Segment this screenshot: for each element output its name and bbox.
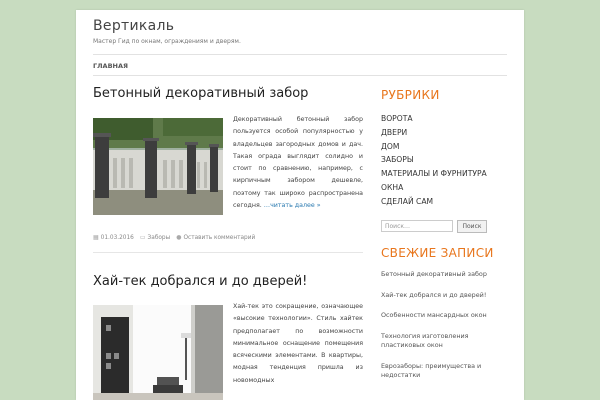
site-title[interactable]: Вертикаль — [93, 18, 174, 34]
category-item[interactable]: ОКНА — [381, 181, 487, 195]
site-description: Мастер Гид по окнам, ограждениям и дверя… — [93, 38, 241, 45]
recent-post-link[interactable]: Еврозаборы: преимущества и недостатки — [381, 362, 491, 381]
folder-icon: ▭ — [139, 234, 146, 241]
post-excerpt: Декоративный бетонный забор пользуется о… — [233, 114, 363, 212]
recent-posts-title: СВЕЖИЕ ЗАПИСИ — [381, 246, 494, 260]
category-item[interactable]: СДЕЛАЙ САМ — [381, 195, 487, 209]
door-image — [93, 305, 223, 400]
nav-item-home[interactable]: ГЛАВНАЯ — [93, 62, 128, 70]
fence-image — [93, 118, 223, 215]
post-divider — [93, 252, 363, 253]
page-container: Вертикаль Мастер Гид по окнам, ограждени… — [76, 10, 524, 400]
category-item[interactable]: ЗАБОРЫ — [381, 153, 487, 167]
recent-post-link[interactable]: Хай-тек добрался и до дверей! — [381, 291, 491, 301]
comment-link[interactable]: Оставить комментарий — [183, 235, 255, 241]
category-item[interactable]: МАТЕРИАЛЫ И ФУРНИТУРА — [381, 167, 487, 181]
category-item[interactable]: ВОРОТА — [381, 112, 487, 126]
post-title[interactable]: Бетонный декоративный забор — [93, 86, 308, 101]
categories-list: ВОРОТА ДВЕРИ ДОМ ЗАБОРЫ МАТЕРИАЛЫ И ФУРН… — [381, 112, 487, 209]
comment-icon: ● — [176, 234, 182, 241]
post-excerpt-text: Хай-тек это сокращение, означающее «высо… — [233, 303, 363, 384]
nav-divider-top — [93, 54, 507, 55]
search-button[interactable]: Поиск — [457, 220, 487, 233]
recent-post-link[interactable]: Технология изготовления пластиковых окон — [381, 332, 491, 351]
read-more-link[interactable]: …читать далее » — [264, 202, 321, 209]
post-thumbnail[interactable] — [93, 118, 223, 215]
recent-post-link[interactable]: Особенности мансардных окон — [381, 311, 491, 321]
search-input[interactable]: Поиск… — [381, 220, 453, 232]
post-category[interactable]: Заборы — [148, 235, 171, 241]
post-meta: ▦ 01.03.2016 ▭ Заборы ● Оставить комментари… — [93, 234, 255, 241]
category-item[interactable]: ДОМ — [381, 140, 487, 154]
post-date[interactable]: 01.03.2016 — [101, 235, 134, 241]
recent-posts-list: Бетонный декоративный забор Хай-тек добр… — [381, 270, 491, 392]
recent-post-link[interactable]: Бетонный декоративный забор — [381, 270, 491, 280]
post-excerpt: Хай-тек это сокращение, означающее «высо… — [233, 301, 363, 387]
post-excerpt-text: Декоративный бетонный забор пользуется о… — [233, 116, 363, 210]
post-thumbnail[interactable] — [93, 305, 223, 400]
category-item[interactable]: ДВЕРИ — [381, 126, 487, 140]
nav-divider-bottom — [93, 75, 507, 76]
post-title[interactable]: Хай-тек добрался и до дверей! — [93, 274, 307, 289]
calendar-icon: ▦ — [93, 234, 99, 241]
categories-title: РУБРИКИ — [381, 88, 440, 102]
